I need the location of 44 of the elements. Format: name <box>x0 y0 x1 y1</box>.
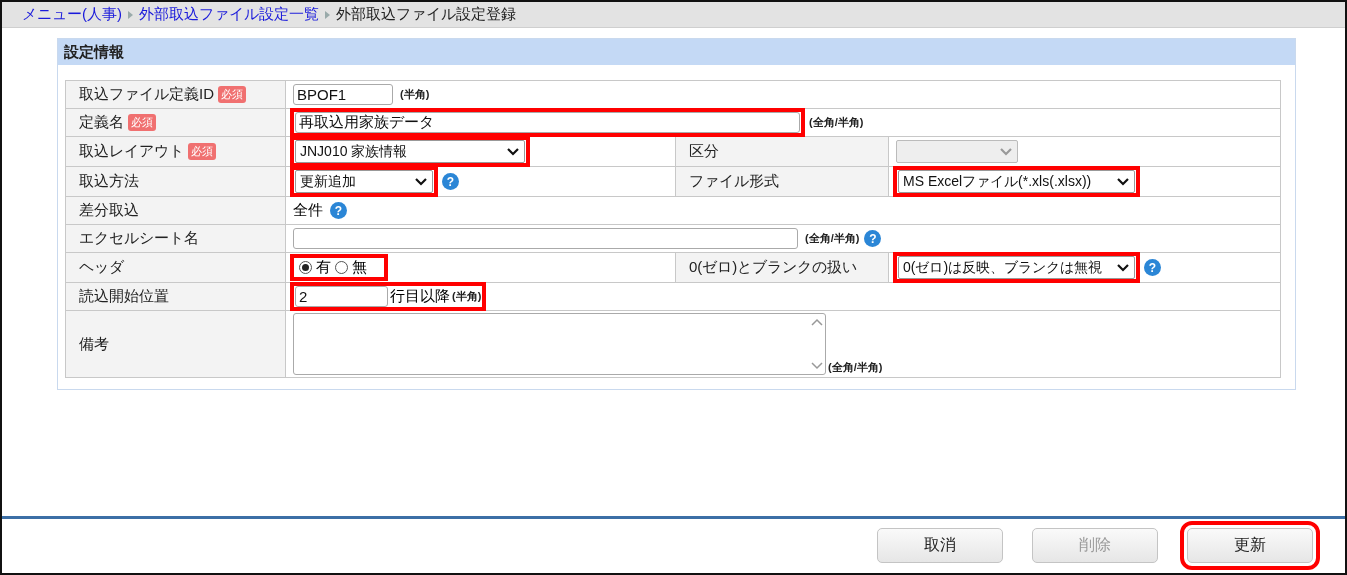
select-field[interactable]: 更新追加 <box>295 170 433 193</box>
field-label: 取込レイアウト <box>79 142 184 161</box>
input-hint: (全角/半角) <box>805 231 860 246</box>
breadcrumb-link[interactable]: メニュー(人事) <box>22 5 122 24</box>
breadcrumb-current: 外部取込ファイル設定登録 <box>336 5 516 24</box>
required-badge: 必須 <box>218 86 246 103</box>
help-icon[interactable]: ? <box>442 173 459 190</box>
field-label: 読込開始位置 <box>79 287 169 306</box>
text-field[interactable]: 再取込用家族データ <box>295 112 800 133</box>
input-hint: (全角/半角) <box>809 115 864 130</box>
help-icon[interactable]: ? <box>330 202 347 219</box>
required-badge: 必須 <box>128 114 156 131</box>
unit-label: 行目以降 <box>390 287 450 306</box>
text-field[interactable] <box>293 228 798 249</box>
breadcrumb-link[interactable]: 外部取込ファイル設定一覧 <box>139 5 319 24</box>
input-hint: (全角/半角) <box>828 360 883 375</box>
radio-label: 無 <box>352 258 367 277</box>
field-label: 0(ゼロ)とブランクの扱い <box>689 258 858 277</box>
select-field[interactable]: MS Excelファイル(*.xls(.xlsx)) <box>898 170 1135 193</box>
text-field[interactable]: BPOF1 <box>293 84 393 105</box>
select-field[interactable]: JNJ010 家族情報 <box>295 140 525 163</box>
field-label: 定義名 <box>79 113 124 132</box>
text-field[interactable]: 2 <box>295 286 388 307</box>
field-label: 取込方法 <box>79 172 139 191</box>
scroll-up-icon[interactable] <box>810 317 824 327</box>
section-title: 設定情報 <box>58 39 1295 65</box>
textarea-field[interactable] <box>293 313 826 375</box>
field-label: 取込ファイル定義ID <box>79 85 214 104</box>
scroll-down-icon[interactable] <box>810 361 824 371</box>
input-hint: (半角) <box>400 87 430 102</box>
input-hint: (半角) <box>452 289 482 304</box>
radio-label: 有 <box>316 258 331 277</box>
field-label: 区分 <box>689 142 719 161</box>
field-label: 備考 <box>79 334 109 354</box>
field-label: 差分取込 <box>79 201 139 220</box>
field-label: エクセルシート名 <box>79 229 199 248</box>
required-badge: 必須 <box>188 143 216 160</box>
action-button[interactable]: 取消 <box>877 528 1003 563</box>
field-value: 全件 <box>293 201 323 220</box>
field-label: ファイル形式 <box>689 172 779 191</box>
help-icon[interactable]: ? <box>864 230 882 247</box>
field-label: ヘッダ <box>79 258 124 277</box>
select-field[interactable]: 0(ゼロ)は反映、ブランクは無視 <box>898 256 1135 279</box>
help-icon[interactable]: ? <box>1144 259 1161 276</box>
